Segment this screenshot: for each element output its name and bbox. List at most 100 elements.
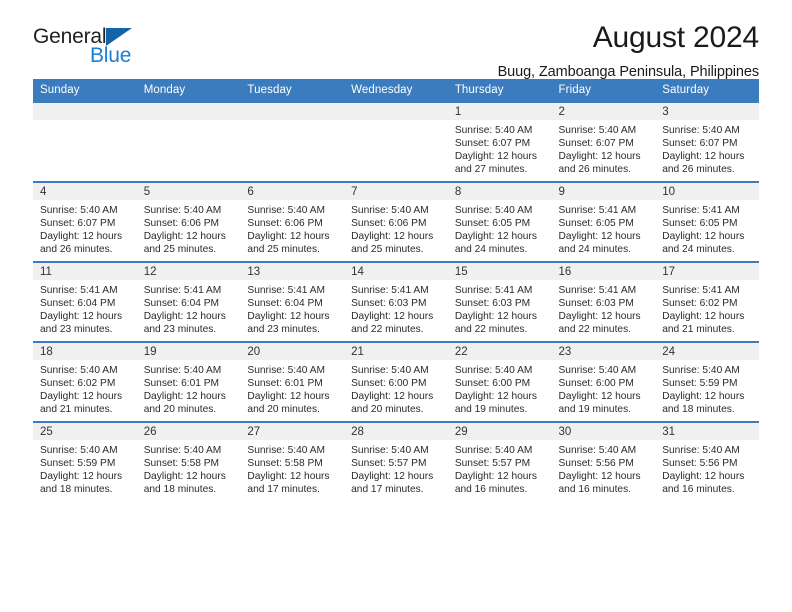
calendar-day-cell[interactable]: 5 Sunrise: 5:40 AM Sunset: 6:06 PM Daylight…	[136, 181, 241, 262]
day-sunset-text: Sunset: 5:59 PM	[662, 378, 738, 390]
day-number	[33, 103, 137, 120]
day-sunrise-text: Sunrise: 5:40 AM	[143, 205, 222, 216]
day-details: Sunrise: 5:41 AM Sunset: 6:03 PM Daylight:…	[448, 280, 552, 336]
calendar-day-cell[interactable]: 16 Sunrise: 5:41 AM Sunset: 6:03 PM Dayligh…	[551, 261, 656, 342]
day-details: Sunrise: 5:40 AM Sunset: 5:59 PM Daylight:…	[33, 440, 137, 496]
day-sunrise-text: Sunrise: 5:40 AM	[143, 365, 222, 376]
calendar-day-cell[interactable]: 24 Sunrise: 5:40 AM Sunset: 5:59 PM Dayligh…	[655, 341, 759, 422]
calendar-day-cell[interactable]: 19 Sunrise: 5:40 AM Sunset: 6:01 PM Dayligh…	[136, 341, 241, 422]
calendar-day-cell[interactable]: 11 Sunrise: 5:41 AM Sunset: 6:04 PM Dayligh…	[33, 261, 137, 342]
calendar-day-cell[interactable]: 21 Sunrise: 5:40 AM Sunset: 6:00 PM Dayligh…	[344, 341, 448, 422]
day-sunrise-text: Sunrise: 5:40 AM	[558, 445, 637, 456]
calendar-day-cell[interactable]: 25 Sunrise: 5:40 AM Sunset: 5:59 PM Dayligh…	[33, 421, 137, 501]
calendar-day-cell[interactable]: 12 Sunrise: 5:41 AM Sunset: 6:04 PM Dayligh…	[136, 261, 241, 342]
day-details: Sunrise: 5:41 AM Sunset: 6:03 PM Daylight:…	[344, 280, 448, 336]
day-number: 17	[655, 263, 759, 280]
calendar-day-cell[interactable]: 27 Sunrise: 5:40 AM Sunset: 5:58 PM Dayligh…	[240, 421, 345, 501]
calendar-day-cell[interactable]: 26 Sunrise: 5:40 AM Sunset: 5:58 PM Dayligh…	[136, 421, 241, 501]
day-sunrise-text: Sunrise: 5:40 AM	[662, 125, 740, 136]
day-sunrise-text: Sunrise: 5:40 AM	[351, 365, 429, 376]
calendar-day-cell[interactable]: 30 Sunrise: 5:40 AM Sunset: 5:56 PM Dayligh…	[551, 421, 656, 501]
day-details: Sunrise: 5:41 AM Sunset: 6:02 PM Daylight:…	[655, 280, 759, 336]
calendar-day-cell[interactable]: 7 Sunrise: 5:40 AM Sunset: 6:06 PM Daylight…	[344, 181, 448, 262]
day-sunrise-text: Sunrise: 5:40 AM	[454, 125, 533, 136]
day-sunset-text: Sunset: 5:57 PM	[454, 458, 531, 470]
calendar-day-cell[interactable]: 15 Sunrise: 5:41 AM Sunset: 6:03 PM Dayligh…	[447, 261, 552, 342]
calendar-day-cell[interactable]: 9 Sunrise: 5:41 AM Sunset: 6:05 PM Daylight…	[551, 181, 656, 262]
day-sunrise-text: Sunrise: 5:40 AM	[351, 205, 429, 216]
weekday-header-tuesday: Tuesday	[240, 79, 345, 102]
day-details: Sunrise: 5:40 AM Sunset: 6:06 PM Daylight:…	[137, 200, 241, 256]
day-number: 12	[136, 263, 241, 280]
calendar-day-cell[interactable]: 14 Sunrise: 5:41 AM Sunset: 6:03 PM Dayligh…	[344, 261, 448, 342]
calendar-day-cell[interactable]: 8 Sunrise: 5:40 AM Sunset: 6:05 PM Daylight…	[447, 181, 552, 262]
day-sunset-text: Sunset: 6:07 PM	[40, 218, 116, 230]
calendar-day-cell[interactable]: 1 Sunrise: 5:40 AM Sunset: 6:07 PM Daylight…	[447, 101, 552, 182]
day-sunset-text: Sunset: 6:00 PM	[558, 378, 634, 390]
day-daylight-line2-text: and 17 minutes.	[351, 484, 424, 496]
day-sunset-text: Sunset: 6:02 PM	[40, 378, 116, 390]
logo-text-blue: Blue	[90, 44, 132, 67]
day-number: 6	[240, 183, 345, 200]
day-daylight-line1-text: Daylight: 12 hours	[454, 391, 537, 403]
day-daylight-line2-text: and 26 minutes.	[662, 164, 735, 176]
calendar-day-cell[interactable]: 3 Sunrise: 5:40 AM Sunset: 6:07 PM Daylight…	[655, 101, 759, 182]
day-sunrise-text: Sunrise: 5:40 AM	[662, 445, 740, 456]
calendar-day-cell[interactable]: 28 Sunrise: 5:40 AM Sunset: 5:57 PM Dayligh…	[344, 421, 448, 501]
day-daylight-line1-text: Daylight: 12 hours	[247, 311, 330, 323]
day-daylight-line2-text: and 21 minutes.	[40, 404, 113, 416]
day-number: 22	[447, 343, 552, 360]
day-daylight-line1-text: Daylight: 12 hours	[143, 231, 226, 243]
day-number: 13	[240, 263, 345, 280]
calendar-week-row: 4 Sunrise: 5:40 AM Sunset: 6:07 PM Daylight…	[33, 181, 759, 262]
calendar-day-cell[interactable]: 31 Sunrise: 5:40 AM Sunset: 5:56 PM Dayligh…	[655, 421, 759, 501]
calendar-day-cell[interactable]: 18 Sunrise: 5:40 AM Sunset: 6:02 PM Dayligh…	[33, 341, 137, 422]
day-number: 11	[33, 263, 137, 280]
calendar-day-cell[interactable]: 6 Sunrise: 5:40 AM Sunset: 6:06 PM Daylight…	[240, 181, 345, 262]
day-details: Sunrise: 5:41 AM Sunset: 6:05 PM Daylight:…	[655, 200, 759, 256]
day-sunrise-text: Sunrise: 5:41 AM	[351, 285, 429, 296]
day-daylight-line2-text: and 23 minutes.	[40, 324, 113, 336]
day-sunrise-text: Sunrise: 5:40 AM	[558, 365, 637, 376]
day-daylight-line1-text: Daylight: 12 hours	[40, 311, 123, 323]
day-sunrise-text: Sunrise: 5:40 AM	[454, 205, 533, 216]
day-details: Sunrise: 5:40 AM Sunset: 6:00 PM Daylight:…	[448, 360, 552, 416]
calendar-day-cell[interactable]: 20 Sunrise: 5:40 AM Sunset: 6:01 PM Dayligh…	[240, 341, 345, 422]
day-number: 25	[33, 423, 137, 440]
calendar-day-cell[interactable]: 22 Sunrise: 5:40 AM Sunset: 6:00 PM Dayligh…	[447, 341, 552, 422]
day-daylight-line2-text: and 24 minutes.	[454, 244, 528, 256]
day-details: Sunrise: 5:41 AM Sunset: 6:05 PM Daylight:…	[552, 200, 656, 256]
day-sunset-text: Sunset: 6:07 PM	[662, 138, 738, 150]
day-daylight-line2-text: and 23 minutes.	[143, 324, 217, 336]
calendar-day-cell[interactable]: 4 Sunrise: 5:40 AM Sunset: 6:07 PM Daylight…	[33, 181, 137, 262]
calendar-day-cell[interactable]: 10 Sunrise: 5:41 AM Sunset: 6:05 PM Dayligh…	[655, 181, 759, 262]
day-sunset-text: Sunset: 6:04 PM	[143, 298, 220, 310]
calendar-day-cell[interactable]: 23 Sunrise: 5:40 AM Sunset: 6:00 PM Dayligh…	[551, 341, 656, 422]
day-daylight-line2-text: and 25 minutes.	[143, 244, 217, 256]
generalblue-logo[interactable]: General Blue	[33, 26, 183, 72]
calendar-day-cell[interactable]: 2 Sunrise: 5:40 AM Sunset: 6:07 PM Daylight…	[551, 101, 656, 182]
calendar-day-cell[interactable]: 13 Sunrise: 5:41 AM Sunset: 6:04 PM Dayligh…	[240, 261, 345, 342]
calendar-day-cell[interactable]: 29 Sunrise: 5:40 AM Sunset: 5:57 PM Dayligh…	[447, 421, 552, 501]
calendar-table: Sunday Monday Tuesday Wednesday Thursday…	[33, 79, 759, 501]
day-details: Sunrise: 5:40 AM Sunset: 6:00 PM Daylight:…	[552, 360, 656, 416]
day-number: 3	[655, 103, 759, 120]
day-sunset-text: Sunset: 6:02 PM	[662, 298, 738, 310]
day-number: 8	[447, 183, 552, 200]
day-daylight-line1-text: Daylight: 12 hours	[247, 471, 330, 483]
day-number: 19	[136, 343, 241, 360]
calendar-day-cell-empty	[240, 101, 345, 182]
day-sunset-text: Sunset: 5:56 PM	[558, 458, 634, 470]
calendar-week-row: 1 Sunrise: 5:40 AM Sunset: 6:07 PM Daylight…	[33, 101, 759, 182]
day-details: Sunrise: 5:40 AM Sunset: 5:57 PM Daylight:…	[344, 440, 448, 496]
calendar-day-cell[interactable]: 17 Sunrise: 5:41 AM Sunset: 6:02 PM Dayligh…	[655, 261, 759, 342]
day-sunrise-text: Sunrise: 5:40 AM	[247, 365, 325, 376]
day-daylight-line2-text: and 23 minutes.	[247, 324, 320, 336]
day-sunrise-text: Sunrise: 5:41 AM	[558, 285, 637, 296]
day-sunset-text: Sunset: 6:01 PM	[143, 378, 220, 390]
day-sunrise-text: Sunrise: 5:40 AM	[247, 445, 325, 456]
day-sunrise-text: Sunrise: 5:41 AM	[558, 205, 637, 216]
day-number: 7	[344, 183, 448, 200]
day-sunset-text: Sunset: 5:57 PM	[351, 458, 427, 470]
calendar-body: 1 Sunrise: 5:40 AM Sunset: 6:07 PM Daylight…	[33, 101, 759, 501]
